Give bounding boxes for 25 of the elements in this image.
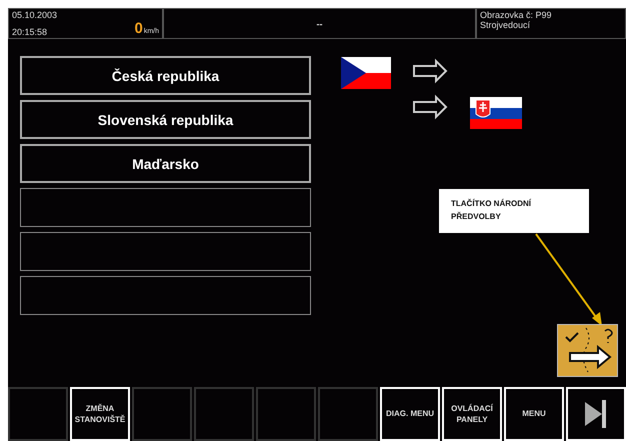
speed-value: 0 [134,20,143,37]
country-button[interactable]: Česká republika [20,56,311,95]
softkey-button[interactable]: MENU [504,387,564,441]
callout-label: TLAČÍTKO NÁRODNÍ PŘEDVOLBY [439,189,589,233]
next-button[interactable] [566,387,626,441]
skip-next-icon [585,399,607,429]
czech-flag-icon [341,57,391,89]
date-text: 05.10.2003 [12,10,58,20]
softkey-button[interactable]: DIAG. MENU [380,387,440,441]
country-button[interactable]: Slovenská republika [20,100,311,139]
route-arrow-icon [565,328,613,372]
empty-button[interactable] [20,232,311,271]
slovak-flag-icon [470,97,522,129]
softkey-button[interactable]: OVLÁDACÍ PANELY [442,387,502,441]
arrow-icon [413,58,448,84]
national-preselection-button[interactable] [557,324,618,377]
role-text: Strojvedoucí [480,20,532,30]
arrow-icon [413,94,448,120]
softkey-button[interactable]: ZMĚNA STANOVIŠTĚ [70,387,130,441]
empty-button[interactable] [20,276,311,315]
empty-button[interactable] [20,188,311,227]
country-button[interactable]: Maďarsko [20,144,311,183]
screen-id-text: Obrazovka č: P99 [480,10,553,20]
status-text: -- [316,18,322,28]
time-text: 20:15:58 [12,27,48,37]
